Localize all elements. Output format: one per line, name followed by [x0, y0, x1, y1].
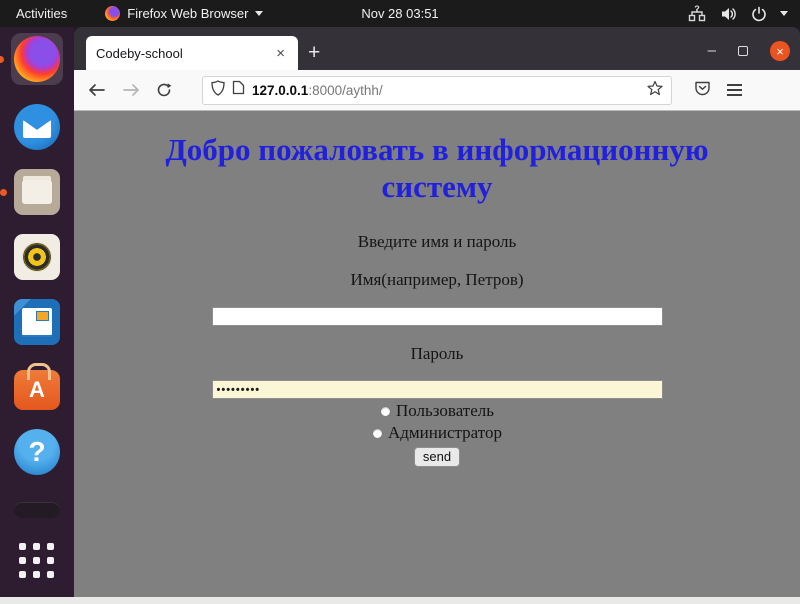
activities-button[interactable]: Activities [12, 4, 71, 23]
firefox-icon [14, 36, 60, 82]
maximize-button[interactable] [738, 46, 748, 56]
ubuntu-software-icon [14, 370, 60, 410]
dock-item-thunderbird[interactable] [14, 104, 60, 150]
rhythmbox-icon [14, 234, 60, 280]
send-button[interactable]: send [414, 447, 460, 467]
running-indicator [0, 56, 4, 63]
radio-button[interactable] [380, 406, 391, 417]
dock-item-files[interactable] [14, 169, 60, 215]
dark-app-icon [14, 502, 60, 518]
bookmark-star-icon[interactable] [647, 80, 663, 101]
url-path: :8000/aythh/ [308, 83, 382, 98]
url-host: 127.0.0.1 [252, 83, 308, 98]
gnome-top-bar: Nov 28 03:51 Activities Firefox Web Brow… [0, 0, 800, 27]
dock-item-amazon[interactable] [14, 494, 60, 520]
url-text: 127.0.0.1:8000/aythh/ [252, 83, 640, 98]
name-label: Имя(например, Петров) [74, 270, 800, 290]
page-info-icon[interactable] [232, 80, 245, 100]
role-option-admin[interactable]: Администратор [74, 423, 800, 443]
dock-item-ubuntu-software[interactable] [14, 364, 60, 410]
back-button[interactable] [84, 79, 110, 101]
help-icon: ? [14, 429, 60, 475]
minimize-button[interactable]: – [708, 46, 716, 56]
desktop: Nov 28 03:51 Activities Firefox Web Brow… [0, 0, 800, 604]
tab-bar: Codeby-school × + – × [74, 27, 800, 70]
dock-item-show-applications[interactable] [19, 539, 55, 579]
dock-item-rhythmbox[interactable] [14, 234, 60, 280]
window-bottom-edge [0, 597, 800, 604]
new-tab-button[interactable]: + [298, 41, 330, 65]
volume-icon[interactable] [720, 6, 738, 22]
app-menu-label: Firefox Web Browser [127, 6, 248, 21]
firefox-icon [105, 6, 120, 21]
address-bar[interactable]: 127.0.0.1:8000/aythh/ [202, 76, 672, 105]
chevron-down-icon [255, 11, 263, 16]
firefox-window: Codeby-school × + – × [74, 27, 800, 597]
name-input[interactable] [212, 307, 663, 326]
tab-codeby-school[interactable]: Codeby-school × [86, 36, 298, 70]
radio-button[interactable] [372, 428, 383, 439]
navigation-toolbar: 127.0.0.1:8000/aythh/ [74, 70, 800, 111]
tab-close-icon[interactable]: × [273, 45, 288, 62]
files-icon [14, 169, 60, 215]
close-button[interactable]: × [770, 41, 790, 61]
pocket-icon[interactable] [694, 80, 711, 101]
page-content: Добро пожаловать в информационную систем… [74, 111, 800, 597]
password-input[interactable] [212, 380, 663, 399]
tab-title: Codeby-school [96, 46, 265, 61]
reload-button[interactable] [152, 78, 176, 102]
dock-item-help[interactable]: ? [14, 429, 60, 475]
dock-item-firefox[interactable] [11, 33, 63, 85]
show-applications-icon [19, 543, 55, 579]
svg-text:?: ? [694, 5, 700, 14]
radio-label: Пользователь [396, 401, 494, 421]
intro-text: Введите имя и пароль [74, 232, 800, 252]
network-icon[interactable]: ? [688, 5, 707, 22]
menu-icon[interactable] [727, 84, 742, 96]
password-label: Пароль [74, 344, 800, 364]
page-title: Добро пожаловать в информационную систем… [127, 132, 747, 205]
shield-icon[interactable] [211, 80, 225, 101]
ubuntu-dock: ? [0, 27, 74, 597]
running-indicator [0, 189, 7, 196]
forward-button[interactable] [118, 79, 144, 101]
system-menu-chevron-icon[interactable] [780, 11, 788, 16]
libreoffice-writer-icon [14, 299, 60, 345]
dock-item-libreoffice-writer[interactable] [14, 299, 60, 345]
power-icon[interactable] [751, 6, 767, 22]
radio-label: Администратор [388, 423, 502, 443]
app-menu[interactable]: Firefox Web Browser [105, 6, 263, 21]
role-option-user[interactable]: Пользователь [74, 401, 800, 421]
thunderbird-icon [14, 104, 60, 150]
